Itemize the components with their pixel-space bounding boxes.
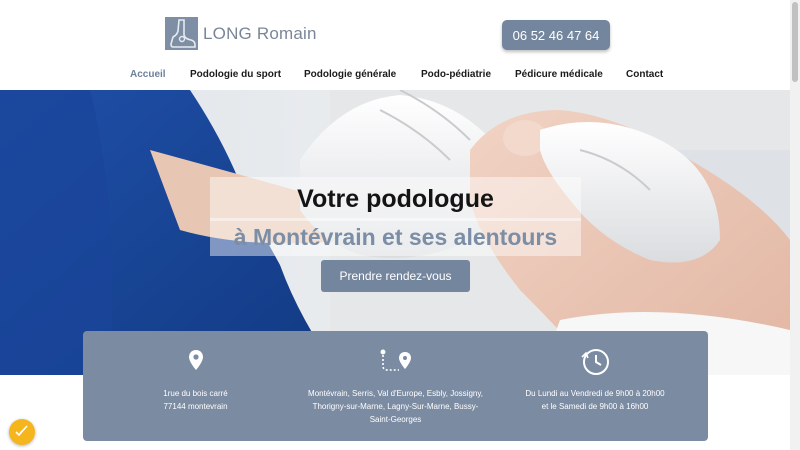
hero-subtitle-box: à Montévrain et ses alentours xyxy=(210,218,581,256)
nav-item-pedicure-medicale[interactable]: Pédicure médicale xyxy=(515,69,603,80)
area-text: Montévrain, Serris, Val d'Europe, Esbly,… xyxy=(308,389,483,424)
book-appointment-button[interactable]: Prendre rendez-vous xyxy=(321,260,470,292)
nav-item-podologie-generale[interactable]: Podologie générale xyxy=(304,69,396,80)
site-header: LONG Romain 06 52 46 47 64 Accueil Podol… xyxy=(0,0,790,90)
hero-title: Votre podologue xyxy=(297,184,494,213)
address-column: 1rue du bois carré 77144 montevrain xyxy=(123,331,268,441)
address-line1: 1rue du bois carré xyxy=(163,389,228,398)
route-icon xyxy=(379,349,413,380)
hours-line1: Du Lundi au Vendredi de 9h00 à 20h00 xyxy=(525,389,665,398)
address-text: 1rue du bois carré 77144 montevrain xyxy=(123,387,268,413)
nav-item-podologie-sport[interactable]: Podologie du sport xyxy=(190,69,281,80)
foot-logo-icon xyxy=(165,17,198,50)
main-nav: Accueil Podologie du sport Podologie gén… xyxy=(0,69,790,83)
hours-text: Du Lundi au Vendredi de 9h00 à 20h00 et … xyxy=(515,387,675,413)
clock-icon xyxy=(580,347,610,382)
area-column: Montévrain, Serris, Val d'Europe, Esbly,… xyxy=(303,331,488,441)
hero-subtitle: à Montévrain et ses alentours xyxy=(233,223,558,250)
cookie-settings-button[interactable] xyxy=(9,419,35,445)
nav-item-podo-pediatrie[interactable]: Podo-pédiatrie xyxy=(421,69,491,80)
hours-column: Du Lundi au Vendredi de 9h00 à 20h00 et … xyxy=(515,331,675,441)
scrollbar-thumb[interactable] xyxy=(792,2,798,82)
logo[interactable]: LONG Romain xyxy=(165,17,317,50)
logo-text: LONG Romain xyxy=(203,23,317,43)
location-pin-icon xyxy=(188,349,204,376)
cookie-icon xyxy=(15,423,29,442)
page-scrollbar[interactable] xyxy=(790,0,800,450)
phone-button[interactable]: 06 52 46 47 64 xyxy=(502,20,610,50)
nav-item-accueil[interactable]: Accueil xyxy=(130,69,166,80)
hours-line2: et le Samedi de 9h00 à 16h00 xyxy=(541,402,649,411)
info-box: 1rue du bois carré 77144 montevrain Mont… xyxy=(83,331,708,441)
nav-item-contact[interactable]: Contact xyxy=(626,69,663,80)
address-line2: 77144 montevrain xyxy=(163,402,228,411)
hero-title-box: Votre podologue xyxy=(210,177,581,221)
